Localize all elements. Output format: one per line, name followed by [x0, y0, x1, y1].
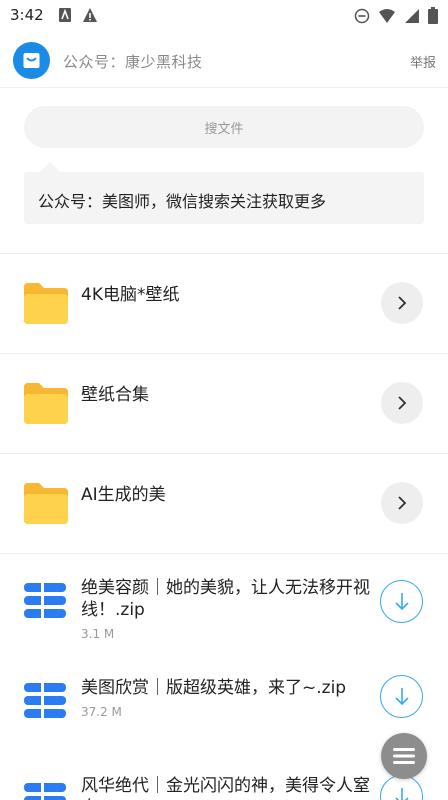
file-name: 美图欣赏｜版超级英雄，来了~.zip	[81, 678, 347, 698]
download-icon	[394, 592, 409, 610]
folder-icon	[24, 382, 68, 428]
search-input[interactable]: 搜文件	[24, 106, 424, 148]
chevron-right-icon	[398, 496, 407, 510]
status-bar: 3:42	[0, 0, 448, 32]
folder-item[interactable]: 4K电脑*壁纸	[0, 254, 448, 354]
download-icon	[394, 687, 409, 705]
menu-icon	[393, 748, 415, 764]
avatar[interactable]	[13, 42, 50, 79]
file-name: 绝美容颜｜她的美貌，让人无法移开视线！.zip	[81, 578, 370, 620]
folder-item[interactable]: AI生成的美	[0, 454, 448, 554]
file-item[interactable]: 绝美容颜｜她的美貌，让人无法移开视线！.zip 3.1 M	[0, 555, 448, 655]
folder-name: 4K电脑*壁纸	[81, 285, 180, 305]
archive-icon	[24, 783, 66, 800]
report-button[interactable]: 举报	[410, 52, 436, 71]
status-time: 3:42	[10, 6, 44, 24]
page-title: 公众号：康少黑科技	[63, 53, 203, 71]
download-icon	[394, 787, 409, 800]
do-not-disturb-icon	[354, 8, 370, 28]
folder-icon	[24, 482, 68, 528]
battery-icon	[428, 7, 438, 28]
open-folder-button[interactable]	[381, 482, 423, 524]
file-size: 37.2 M	[81, 705, 122, 719]
notice-text: 公众号：美图师，微信搜索关注获取更多	[38, 192, 327, 211]
file-item[interactable]: 美图欣赏｜版超级英雄，来了~.zip 37.2 M	[0, 655, 448, 755]
folder-icon	[24, 282, 68, 328]
folder-item[interactable]: 壁纸合集	[0, 354, 448, 454]
archive-icon	[24, 683, 66, 723]
chevron-right-icon	[398, 396, 407, 410]
warning-icon	[82, 7, 98, 27]
open-folder-button[interactable]	[381, 382, 423, 424]
archive-icon	[24, 583, 66, 623]
download-button[interactable]	[380, 580, 423, 623]
search-placeholder: 搜文件	[204, 122, 244, 137]
file-size: 3.1 M	[81, 627, 115, 641]
gallery-icon	[58, 7, 72, 27]
wifi-icon	[378, 8, 396, 28]
file-name: 风华绝代｜金光闪闪的神，美得令人窒息！	[81, 776, 370, 800]
header: 公众号：康少黑科技 举报	[0, 36, 448, 88]
chevron-right-icon	[398, 296, 407, 310]
bag-icon	[23, 53, 40, 68]
open-folder-button[interactable]	[381, 282, 423, 324]
menu-fab-button[interactable]	[381, 733, 427, 779]
notice-banner: 公众号：美图师，微信搜索关注获取更多	[24, 162, 424, 224]
download-button[interactable]	[380, 675, 423, 718]
folder-name: 壁纸合集	[81, 385, 149, 405]
folder-name: AI生成的美	[81, 485, 166, 505]
signal-icon	[404, 8, 420, 28]
